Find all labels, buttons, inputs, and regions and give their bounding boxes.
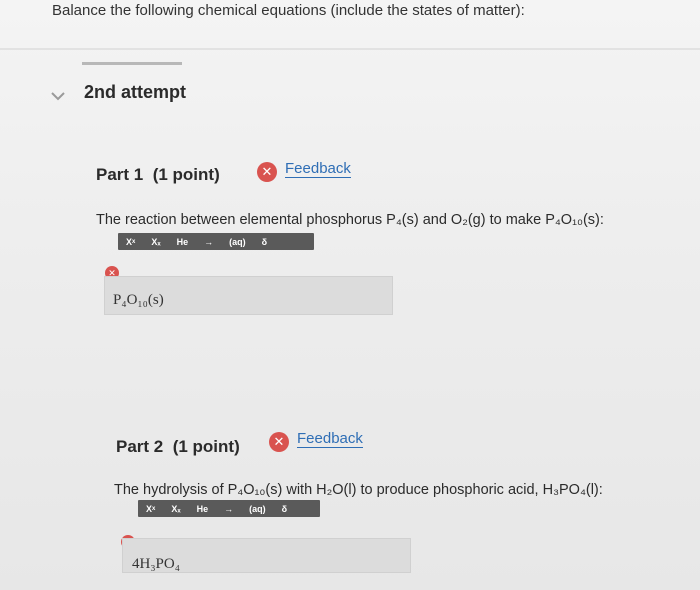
x-circle-icon: ✕ — [269, 432, 289, 452]
part1-feedback-link[interactable]: Feedback — [285, 160, 351, 178]
arrow-button[interactable]: → — [196, 237, 221, 247]
subscript-button[interactable]: Xₓ — [163, 504, 188, 514]
state-button[interactable]: (aq) — [221, 237, 254, 247]
x-circle-icon: ✕ — [257, 162, 277, 182]
part2-points: (1 point) — [172, 437, 240, 456]
part1-answer-value: P₄O₁₀(s) — [113, 292, 164, 308]
delta-button[interactable]: δ — [254, 237, 275, 247]
state-button[interactable]: (aq) — [241, 504, 274, 514]
part1-points: (1 point) — [152, 165, 220, 184]
part2-question: The hydrolysis of P₄O₁₀(s) with H₂O(l) t… — [114, 482, 603, 498]
delta-button[interactable]: δ — [274, 504, 295, 514]
chevron-down-icon[interactable] — [50, 90, 66, 102]
attempt-underline — [82, 62, 182, 65]
attempt-title[interactable]: 2nd attempt — [84, 82, 186, 103]
subscript-button[interactable]: Xₓ — [143, 237, 168, 247]
element-button[interactable]: He — [189, 504, 217, 514]
part2-formula-toolbar: Xˣ Xₓ He → (aq) δ — [138, 500, 320, 517]
superscript-button[interactable]: Xˣ — [138, 504, 163, 514]
superscript-button[interactable]: Xˣ — [118, 237, 143, 247]
instruction-text: Balance the following chemical equations… — [52, 2, 525, 19]
part2-title: Part 2 (1 point) — [116, 437, 240, 457]
part1-label: Part 1 — [96, 165, 144, 184]
part2-answer-value: 4H₃PO₄ — [132, 556, 180, 572]
arrow-button[interactable]: → — [216, 504, 241, 514]
divider — [0, 48, 700, 50]
part1-formula-toolbar: Xˣ Xₓ He → (aq) δ — [118, 233, 314, 250]
part1-title: Part 1 (1 point) — [96, 165, 220, 185]
part2-feedback-link[interactable]: Feedback — [297, 430, 363, 448]
element-button[interactable]: He — [169, 237, 197, 247]
part2-label: Part 2 — [116, 437, 164, 456]
part1-question: The reaction between elemental phosphoru… — [96, 212, 604, 228]
